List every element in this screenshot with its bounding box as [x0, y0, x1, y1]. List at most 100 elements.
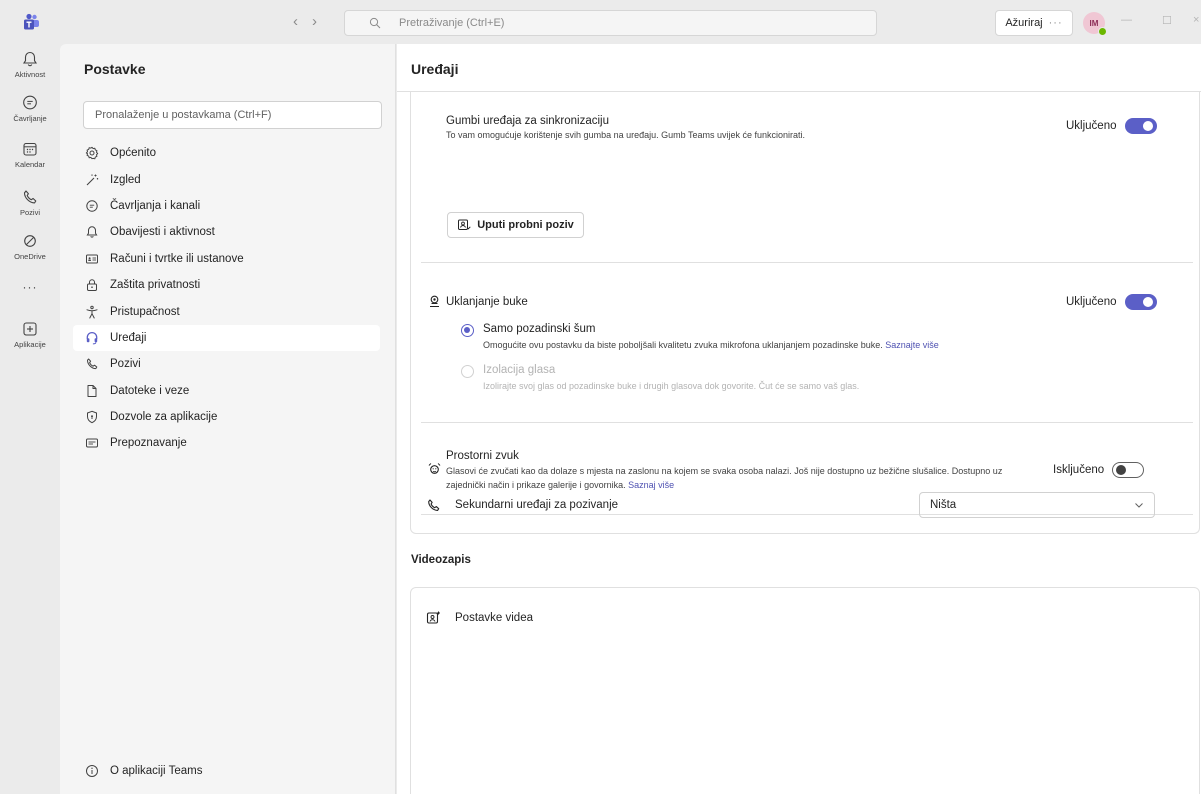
settings-search[interactable]: [83, 101, 382, 129]
test-call-label: Uputi probni poziv: [477, 219, 574, 231]
video-settings-card: Postavke videa: [410, 587, 1200, 794]
noise-state: Uključeno: [1066, 296, 1117, 308]
spatial-audio-icon: [428, 463, 441, 474]
rail-item-chat[interactable]: Čavrljanje: [0, 94, 60, 123]
update-button[interactable]: Ažuriraj ···: [995, 10, 1073, 36]
sidebar-item-chats-channels[interactable]: Čavrljanja i kanali: [73, 193, 380, 219]
settings-search-input[interactable]: [95, 109, 381, 121]
maximize-icon[interactable]: ☐: [1162, 14, 1172, 27]
page-title: Uređaji: [411, 61, 459, 77]
gear-icon: [85, 146, 99, 160]
rail-item-calendar[interactable]: Kalendar: [0, 140, 60, 169]
sidebar-item-files[interactable]: Datoteke i veze: [73, 378, 380, 404]
secondary-device-select[interactable]: Ništa: [919, 492, 1155, 518]
settings-sidebar: Postavke Općenito Izgled Čavrljanja i ka…: [60, 44, 396, 794]
sync-buttons-toggle[interactable]: [1124, 118, 1157, 134]
accessibility-icon: [86, 305, 98, 319]
cloud-icon: [24, 235, 36, 247]
voice-isolation-desc: Izolirajte svoj glas od pozadinske buke …: [483, 381, 860, 391]
sidebar-item-app-permissions[interactable]: Dozvole za aplikacije: [73, 404, 380, 430]
voice-isolation-radio[interactable]: [461, 365, 474, 378]
headset-icon: [86, 331, 98, 345]
rail-label: Aktivnost: [14, 70, 46, 79]
file-icon: [87, 384, 97, 397]
sync-buttons-title: Gumbi uređaja za sinkronizaciju: [446, 115, 609, 127]
minimize-icon[interactable]: —: [1121, 14, 1132, 26]
rail-item-apps[interactable]: Aplikacije: [0, 320, 60, 349]
main-header: Uređaji: [397, 44, 1201, 92]
back-arrow-icon[interactable]: ‹: [293, 14, 298, 30]
secondary-devices-title: Sekundarni uređaji za pozivanje: [455, 499, 619, 511]
close-icon[interactable]: ×: [1193, 14, 1199, 26]
learn-more-link[interactable]: Saznajte više: [885, 340, 939, 350]
search-icon: [369, 17, 381, 29]
spatial-learn-more-link[interactable]: Saznaj više: [628, 480, 674, 490]
spatial-desc-line2: zajednički način i prikaze galerije i go…: [446, 480, 626, 490]
sync-buttons-toggle-group: Uključeno: [1066, 118, 1157, 134]
sidebar-title: Postavke: [84, 61, 146, 77]
sidebar-item-notifications[interactable]: Obavijesti i aktivnost: [73, 219, 380, 245]
rail-label: Aplikacije: [14, 340, 46, 349]
bell-icon: [86, 226, 98, 239]
sync-buttons-desc: To vam omogućuje korištenje svih gumba n…: [446, 130, 806, 140]
rail-item-activity[interactable]: Aktivnost: [0, 50, 60, 79]
global-search-input[interactable]: [369, 17, 876, 29]
sync-buttons-state: Uključeno: [1066, 120, 1117, 132]
more-icon: ···: [22, 280, 38, 294]
menu-label: Čavrljanja i kanali: [110, 199, 201, 212]
chat-icon: [23, 95, 37, 110]
spatial-toggle[interactable]: [1112, 462, 1145, 478]
menu-label: Pozivi: [110, 358, 141, 371]
noise-toggle[interactable]: [1124, 294, 1157, 310]
spatial-desc-line2-wrap: zajednički način i prikaze galerije i go…: [446, 480, 674, 490]
more-options-icon[interactable]: ···: [1049, 17, 1063, 29]
about-teams-link[interactable]: O aplikaciji Teams: [85, 764, 202, 778]
teams-logo-icon[interactable]: [22, 13, 40, 31]
video-section-title: Videozapis: [411, 554, 471, 566]
phone-icon: [23, 190, 37, 204]
noise-title: Uklanjanje buke: [446, 296, 528, 308]
global-search[interactable]: [344, 10, 877, 36]
title-bar: ‹ › Ažuriraj ··· IM — ☐ ×: [0, 0, 1201, 44]
menu-label: Pristupačnost: [110, 305, 180, 318]
sidebar-item-calls[interactable]: Pozivi: [73, 351, 380, 377]
sidebar-item-accessibility[interactable]: Pristupačnost: [73, 298, 380, 324]
background-noise-desc-text: Omogućite ovu postavku da biste poboljša…: [483, 340, 883, 350]
rail-label: Čavrljanje: [13, 114, 47, 123]
spatial-toggle-group: Isključeno: [1053, 462, 1145, 478]
menu-label: Izgled: [110, 173, 141, 186]
divider: [421, 262, 1193, 263]
rail-item-onedrive[interactable]: OneDrive: [0, 232, 60, 261]
wand-icon: [86, 174, 99, 185]
app-rail: Aktivnost Čavrljanje Kalendar Pozivi One…: [0, 44, 60, 794]
caption-icon: [86, 438, 98, 448]
chevron-down-icon: [1135, 503, 1143, 508]
sidebar-item-general[interactable]: Općenito: [73, 140, 380, 166]
divider: [421, 422, 1193, 423]
calendar-icon: [23, 142, 37, 156]
rail-label: Kalendar: [14, 160, 46, 169]
spatial-title: Prostorni zvuk: [446, 450, 519, 462]
menu-label: Uređaji: [110, 331, 147, 344]
background-noise-radio[interactable]: [461, 324, 474, 337]
sidebar-item-captions[interactable]: Prepoznavanje: [73, 430, 380, 456]
rail-item-calls[interactable]: Pozivi: [0, 188, 60, 217]
phone-icon: [87, 358, 98, 370]
test-call-button[interactable]: Uputi probni poziv: [447, 212, 584, 238]
video-settings-label[interactable]: Postavke videa: [455, 612, 533, 624]
avatar[interactable]: IM: [1083, 12, 1107, 36]
menu-label: Dozvole za aplikacije: [110, 411, 218, 424]
forward-arrow-icon[interactable]: ›: [312, 14, 317, 30]
sidebar-item-accounts[interactable]: Računi i tvrtke ili ustanove: [73, 246, 380, 272]
rail-item-more[interactable]: ···: [0, 280, 60, 294]
background-noise-label: Samo pozadinski šum: [483, 323, 596, 335]
rail-label: OneDrive: [14, 252, 46, 261]
sidebar-item-devices[interactable]: Uređaji: [73, 324, 380, 352]
sidebar-item-appearance[interactable]: Izgled: [73, 166, 380, 192]
add-apps-icon: [23, 322, 37, 336]
settings-menu: Općenito Izgled Čavrljanja i kanali Obav…: [73, 140, 380, 457]
id-card-icon: [86, 254, 98, 264]
nav-arrows: ‹ ›: [293, 14, 317, 30]
sidebar-item-privacy[interactable]: Zaštita privatnosti: [73, 272, 380, 298]
spatial-desc-line1: Glasovi će zvučati kao da dolaze s mjest…: [446, 466, 1003, 476]
